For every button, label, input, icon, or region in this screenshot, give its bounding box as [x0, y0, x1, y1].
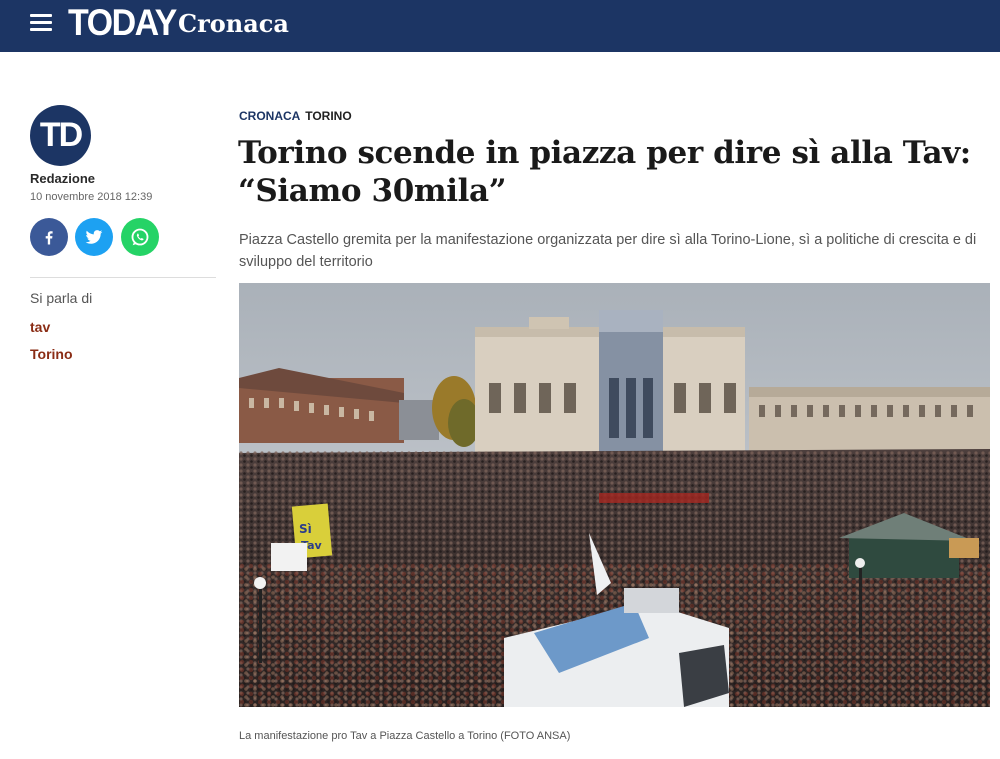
kicker-category-link[interactable]: CRONACA	[239, 109, 300, 123]
article-photo[interactable]: Sì Tav	[239, 283, 990, 707]
headline-line-1: Torino scende in piazza per dire sì alla…	[238, 135, 971, 171]
twitter-share-button[interactable]	[75, 218, 113, 256]
topics-label: Si parla di	[30, 290, 93, 306]
article-kicker: CRONACA TORINO	[239, 109, 352, 123]
photo-caption: La manifestazione pro Tav a Piazza Caste…	[239, 730, 571, 742]
photo-banner-text-1: Sì	[299, 522, 312, 536]
article-summary: Piazza Castello gremita per la manifesta…	[239, 232, 977, 270]
top-bar: TODAY Cronaca	[0, 0, 1000, 52]
topic-link-torino[interactable]: Torino	[30, 346, 73, 362]
whatsapp-icon	[131, 228, 149, 246]
article-headline: Torino scende in piazza per dire sì alla…	[238, 134, 978, 210]
whatsapp-share-button[interactable]	[121, 218, 159, 256]
author-avatar: TD	[30, 105, 91, 166]
facebook-icon	[45, 231, 53, 245]
section-title[interactable]: Cronaca	[178, 9, 289, 38]
kicker-city-link[interactable]: TORINO	[305, 109, 351, 123]
crowd-in-piazza-image: Sì Tav	[239, 283, 990, 707]
topic-link-tav[interactable]: tav	[30, 319, 50, 335]
sidebar-divider	[30, 277, 216, 278]
menu-icon[interactable]	[30, 14, 52, 32]
headline-line-2: “Siamo 30mila”	[238, 173, 507, 209]
author-name[interactable]: Redazione	[30, 171, 95, 186]
site-logo[interactable]: TODAY	[68, 2, 177, 44]
publish-date: 10 novembre 2018 12:39	[30, 191, 153, 203]
facebook-share-button[interactable]	[30, 218, 68, 256]
twitter-icon	[85, 230, 103, 244]
